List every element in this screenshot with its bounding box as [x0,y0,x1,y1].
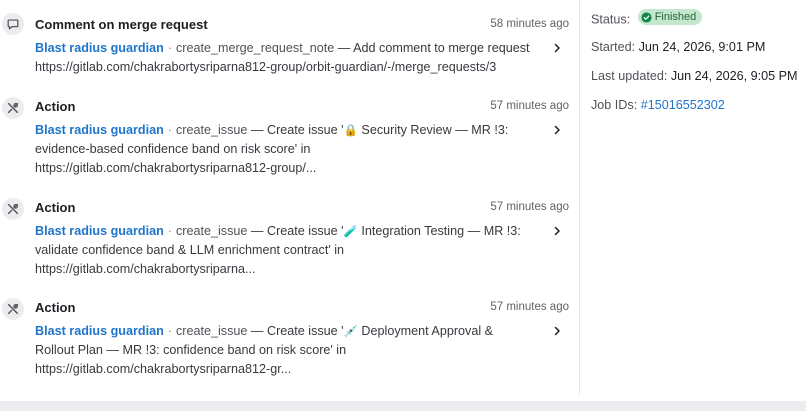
syringe-emoji: 💉 [343,324,358,338]
activity-list: Comment on merge request 58 minutes ago … [0,0,579,395]
tool-name: create_merge_request_note [175,41,335,55]
agent-link[interactable]: Blast radius guardian [35,324,164,338]
activity-description-line: evidence-based confidence band on risk s… [35,142,311,156]
job-ids-label: Job IDs: [591,98,638,112]
tools-icon [2,298,24,320]
started-label: Started: [591,40,636,54]
agent-link[interactable]: Blast radius guardian [35,224,164,238]
tool-name: create_issue [175,123,248,137]
activity-item-action: Action 57 minutes ago Blast radius guard… [0,290,579,395]
chevron-right-icon[interactable] [551,325,563,337]
agent-link[interactable]: Blast radius guardian [35,123,164,137]
check-circle-icon [641,11,652,23]
panel-divider [579,0,580,395]
chevron-right-icon[interactable] [551,42,563,54]
activity-description-line: https://gitlab.com/chakrabortysriparna81… [35,161,317,175]
activity-item-title: Action [35,200,76,215]
chevron-right-icon[interactable] [551,124,563,136]
tools-icon [2,198,24,220]
activity-description: — Create issue ' [250,224,344,238]
status-badge: Finished [637,9,703,25]
status-label: Status: [591,12,631,27]
lock-emoji: 🔒 [343,123,358,137]
comment-icon [2,13,24,35]
chevron-right-icon[interactable] [551,225,563,237]
last-updated-value: Jun 24, 2026, 9:05 PM [670,69,798,83]
activity-item-action: Action 57 minutes ago Blast radius guard… [0,190,579,290]
activity-description-line: https://gitlab.com/chakrabortysriparna..… [35,262,256,276]
activity-item-comment: Comment on merge request 58 minutes ago … [0,0,579,90]
activity-item-action: Action 57 minutes ago Blast radius guard… [0,90,579,190]
activity-item-body: Blast radius guardian · create_issue — Cre… [35,322,547,379]
activity-description-cont: Deployment Approval & [357,324,494,338]
bottom-bar [0,401,806,411]
tool-name: create_issue [175,224,248,238]
activity-item-timestamp: 57 minutes ago [490,201,569,213]
tool-name: create_issue [175,324,248,338]
activity-item-timestamp: 57 minutes ago [490,100,569,112]
activity-description: — Add comment to merge request [337,41,530,55]
tools-icon [2,97,24,119]
activity-description-line: https://gitlab.com/chakrabortysriparna81… [35,60,497,74]
activity-description-cont: Integration Testing — MR !3: [357,224,521,238]
activity-item-body: Blast radius guardian · create_issue — Cre… [35,222,547,279]
activity-item-timestamp: 58 minutes ago [490,18,569,30]
started-row: Started: Jun 24, 2026, 9:01 PM [591,38,765,56]
job-ids-row: Job IDs: #15016552302 [591,96,725,114]
activity-description: — Create issue ' [250,123,344,137]
test-tube-emoji: 🧪 [343,224,358,238]
activity-item-body: Blast radius guardian · create_merge_reque… [35,39,547,77]
last-updated-label: Last updated: [591,69,668,83]
status-row: Status: Finished [591,9,703,29]
last-updated-row: Last updated: Jun 24, 2026, 9:05 PM [591,67,798,85]
started-value: Jun 24, 2026, 9:01 PM [638,40,766,54]
activity-item-title: Comment on merge request [35,17,208,32]
activity-item-title: Action [35,300,76,315]
activity-description-line: https://gitlab.com/chakrabortysriparna81… [35,362,292,376]
status-value: Finished [654,11,697,23]
job-id-link[interactable]: #15016552302 [641,98,725,112]
activity-description: — Create issue ' [250,324,344,338]
activity-description-line: Rollout Plan — MR !3: confidence band on… [35,343,347,357]
agent-link[interactable]: Blast radius guardian [35,41,164,55]
activity-description-line: validate confidence band & LLM enrichmen… [35,243,345,257]
activity-item-timestamp: 57 minutes ago [490,301,569,313]
activity-description-cont: Security Review — MR !3: [357,123,509,137]
activity-item-body: Blast radius guardian · create_issue — Cre… [35,121,547,178]
activity-item-title: Action [35,99,76,114]
